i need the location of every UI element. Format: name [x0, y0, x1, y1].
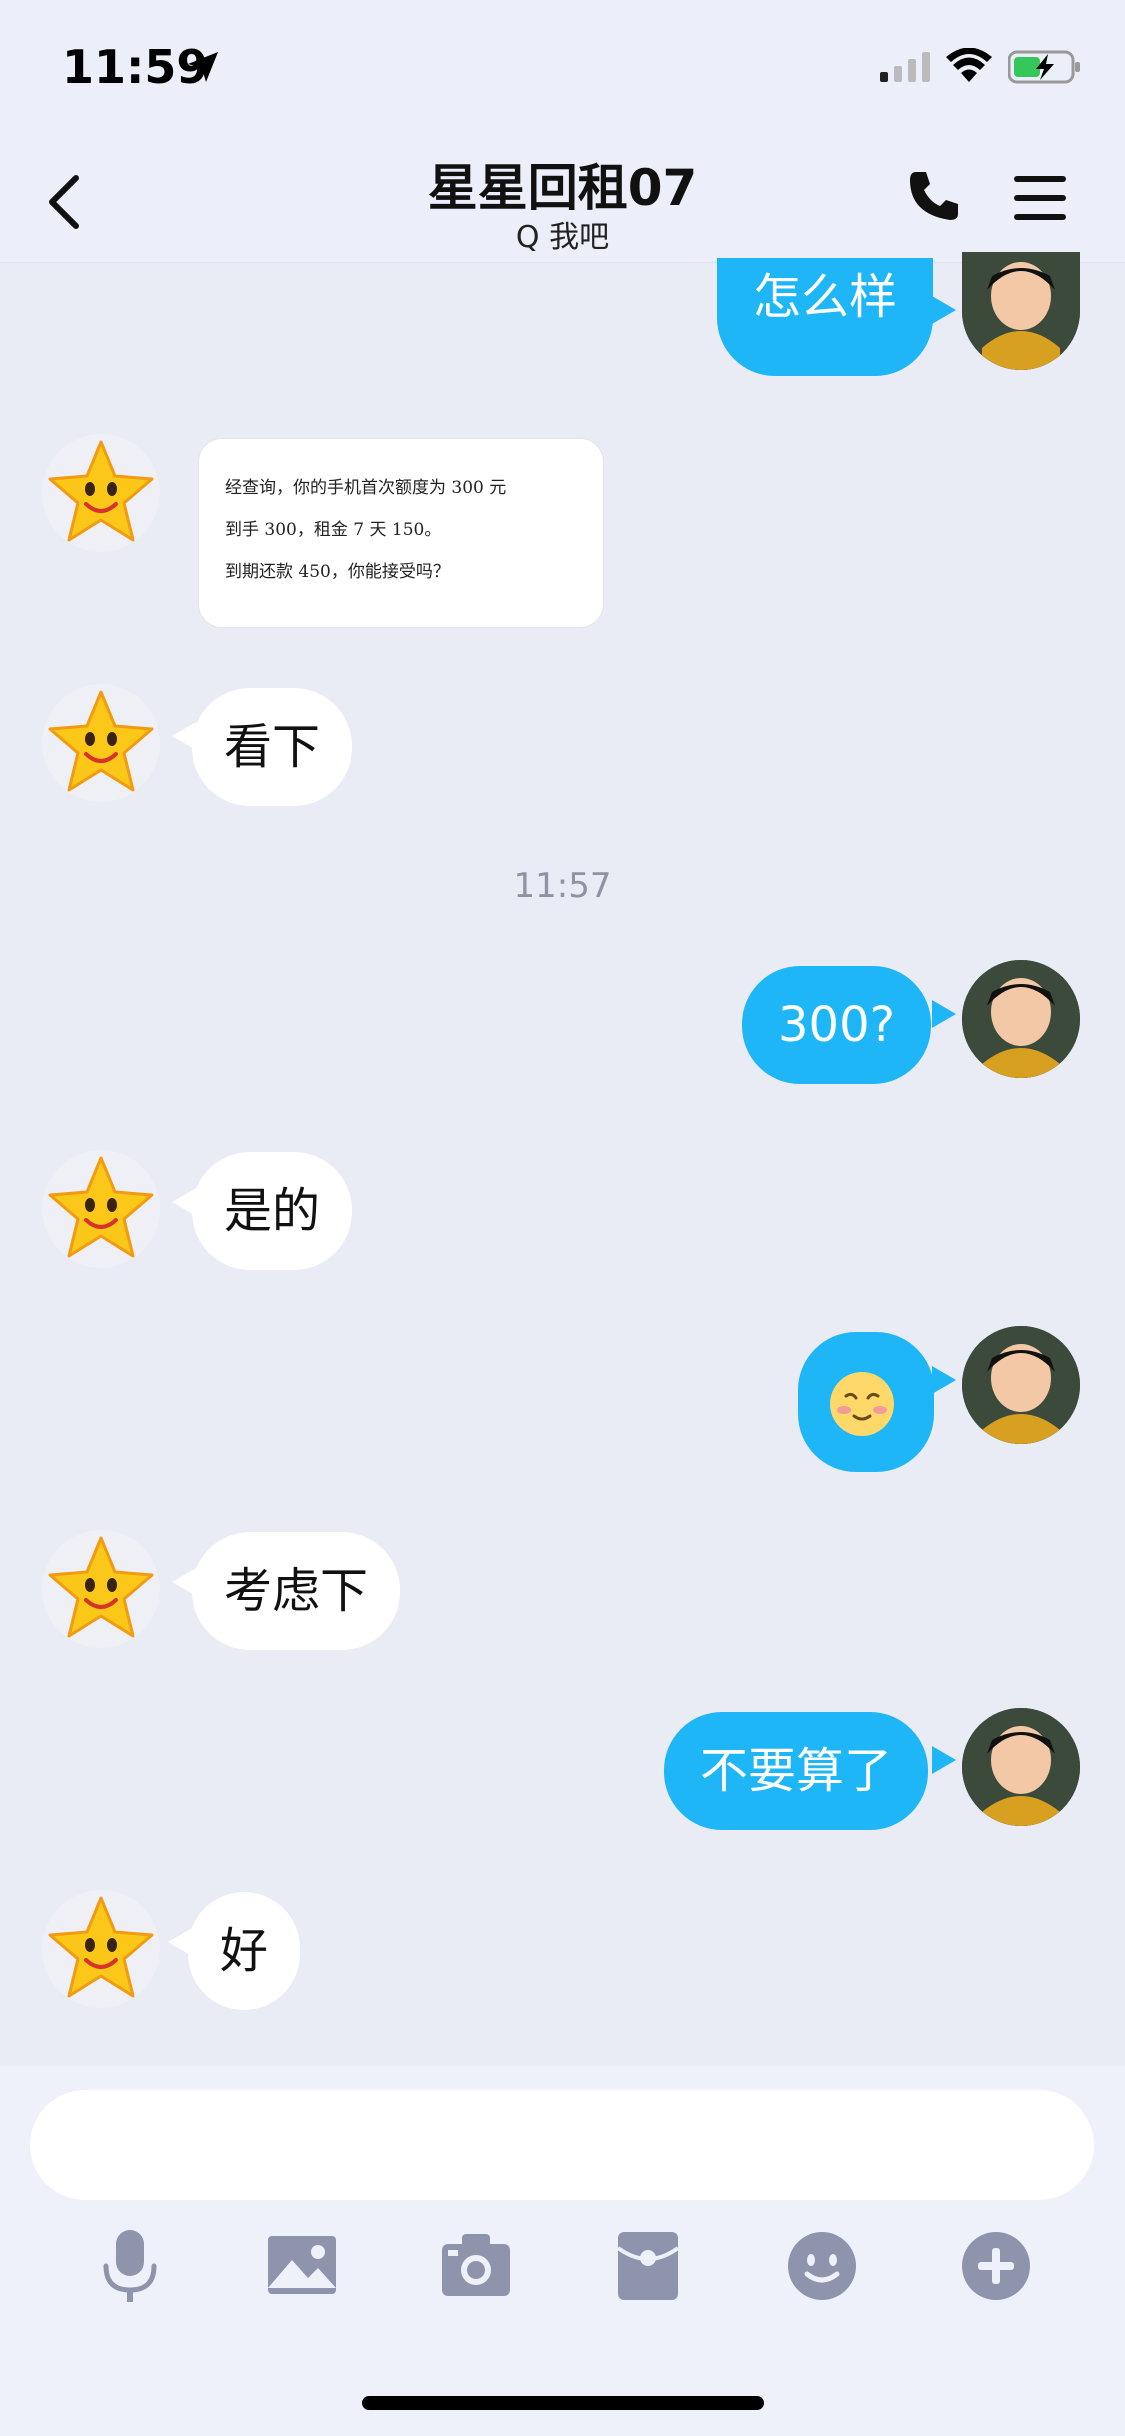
message-text: 是的 [224, 1183, 321, 1239]
image-text-line: 到期还款 450，你能接受吗？ [225, 562, 450, 582]
message-text: 看下 [224, 719, 321, 775]
camera-icon[interactable] [436, 2226, 516, 2306]
incoming-message[interactable]: 考虑下 [192, 1532, 401, 1650]
avatar[interactable] [42, 1530, 160, 1648]
outgoing-message[interactable]: 怎么样 [717, 258, 934, 376]
bubble-tail [932, 1366, 956, 1394]
incoming-message[interactable]: 看下 [192, 688, 353, 806]
star-avatar-icon [48, 1536, 154, 1638]
outgoing-message[interactable]: 300? [742, 966, 932, 1084]
avatar[interactable] [962, 1326, 1080, 1444]
outgoing-message[interactable]: 不要算了 [664, 1712, 929, 1830]
bubble-tail [932, 1000, 956, 1028]
star-avatar-icon [48, 1896, 154, 1998]
image-text-line: 到手 300，租金 7 天 150。 [225, 520, 442, 540]
home-indicator[interactable] [362, 2396, 764, 2410]
message-text: 考虑下 [224, 1563, 369, 1619]
shy-smile-emoji-icon [830, 1372, 894, 1436]
star-avatar-icon [48, 690, 154, 792]
message-timestamp: 11:57 [513, 866, 612, 906]
image-message[interactable]: 经查询，你的手机首次额度为 300 元 到手 300，租金 7 天 150。 到… [198, 438, 604, 628]
status-bar: 11:59 [0, 0, 1125, 140]
avatar[interactable] [962, 252, 1080, 370]
avatar[interactable] [42, 434, 160, 552]
avatar[interactable] [962, 960, 1080, 1078]
signal-icon [880, 52, 930, 82]
avatar[interactable] [42, 684, 160, 802]
user-photo-icon [962, 1326, 1080, 1444]
bubble-tail [932, 1746, 956, 1774]
wifi-icon [946, 48, 992, 82]
image-text-line: 经查询，你的手机首次额度为 300 元 [225, 478, 507, 498]
user-photo-icon [962, 252, 1080, 370]
plus-icon[interactable] [956, 2226, 1036, 2306]
outgoing-message[interactable] [798, 1332, 934, 1472]
emoji-icon[interactable] [782, 2226, 862, 2306]
bubble-tail [932, 296, 956, 324]
incoming-message[interactable]: 好 [188, 1892, 301, 2010]
input-area [0, 2066, 1125, 2436]
message-text: 不要算了 [700, 1743, 893, 1799]
message-text: 怎么样 [753, 269, 898, 325]
microphone-icon[interactable] [90, 2226, 170, 2306]
chat-header: 星星回租07 Q 我吧 [0, 140, 1125, 263]
menu-icon[interactable] [1012, 174, 1068, 222]
battery-charging-icon [1008, 50, 1080, 84]
message-text: 好 [220, 1923, 269, 1979]
avatar[interactable] [42, 1890, 160, 2008]
incoming-message[interactable]: 是的 [192, 1152, 353, 1270]
avatar[interactable] [962, 1708, 1080, 1826]
user-photo-icon [962, 1708, 1080, 1826]
image-icon[interactable] [262, 2226, 342, 2306]
star-avatar-icon [48, 440, 154, 542]
phone-call-icon[interactable] [906, 168, 962, 224]
message-text: 300? [778, 997, 896, 1053]
red-packet-icon[interactable] [608, 2226, 688, 2306]
avatar[interactable] [42, 1150, 160, 1268]
location-arrow-icon [188, 52, 218, 82]
star-avatar-icon [48, 1156, 154, 1258]
message-input[interactable] [30, 2090, 1094, 2200]
user-photo-icon [962, 960, 1080, 1078]
